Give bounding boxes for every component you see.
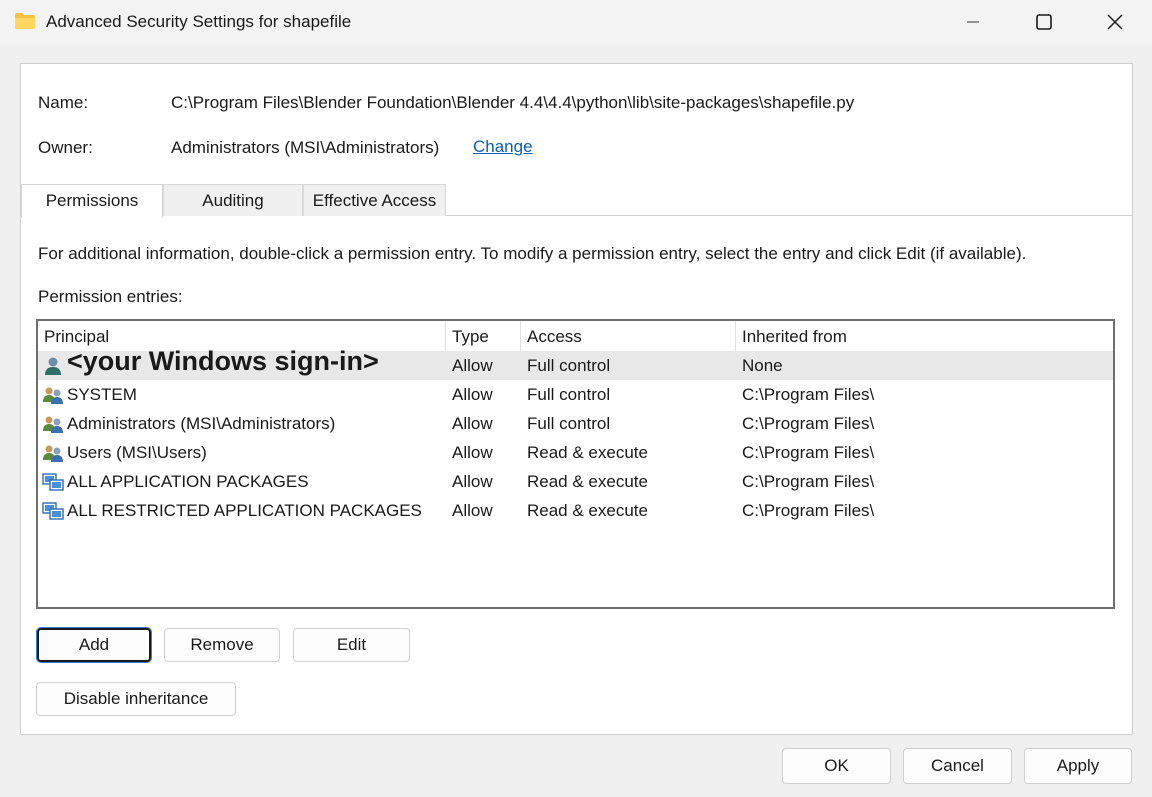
name-value: C:\Program Files\Blender Foundation\Blen… [171,93,855,112]
entry-type: Allow [452,414,493,433]
principal-name: Administrators (MSI\Administrators) [67,414,336,433]
window-title: Advanced Security Settings for shapefile [46,12,352,31]
cancel-button[interactable]: Cancel [903,748,1012,784]
table-row[interactable]: Users (MSI\Users) Allow Read & execute C… [38,438,1113,467]
table-row[interactable]: SYSTEM Allow Full control C:\Program Fil… [38,380,1113,409]
entry-inherited-from: C:\Program Files\ [742,414,875,433]
minimize-icon [967,21,979,23]
app-packages-icon [42,472,64,491]
folder-icon [15,13,35,29]
table-row[interactable]: ALL APPLICATION PACKAGES Allow Read & ex… [38,467,1113,496]
entry-type: Allow [452,501,493,520]
entry-access: Read & execute [527,472,648,491]
change-owner-link[interactable]: Change [473,137,533,157]
name-label: Name: [38,93,89,112]
close-button[interactable] [1080,0,1150,44]
entry-access: Read & execute [527,443,648,462]
column-header-access[interactable]: Access [521,321,736,351]
tab-bar: Permissions Auditing Effective Access [21,184,1132,217]
user-icon [45,357,61,375]
entry-type: Allow [452,443,493,462]
entry-inherited-from: C:\Program Files\ [742,501,875,520]
table-row[interactable]: ALL RESTRICTED APPLICATION PACKAGES Allo… [38,496,1113,525]
group-icon [43,416,63,433]
entry-type: Allow [452,356,493,375]
group-icon [43,445,63,462]
tab-permissions[interactable]: Permissions [21,184,163,217]
entry-access: Full control [527,356,611,375]
tab-effective-access[interactable]: Effective Access [303,184,446,216]
permission-entries-label: Permission entries: [38,287,183,306]
entry-access: Read & execute [527,501,648,520]
disable-inheritance-button[interactable]: Disable inheritance [36,682,236,716]
main-panel: Name: C:\Program Files\Blender Foundatio… [20,63,1133,735]
owner-label: Owner: [38,138,93,157]
entry-inherited-from: C:\Program Files\ [742,385,875,404]
app-packages-icon [42,501,64,520]
edit-button[interactable]: Edit [293,628,410,662]
entry-inherited-from: None [742,356,783,375]
entry-type: Allow [452,385,493,404]
permission-entries-list[interactable]: Principal Type Access Inherited from <yo… [36,319,1115,609]
principal-name: ALL APPLICATION PACKAGES [67,472,309,491]
owner-value: Administrators (MSI\Administrators) [171,138,440,157]
title-bar: Advanced Security Settings for shapefile [0,0,1152,44]
principal-name: SYSTEM [67,385,137,404]
info-text: For additional information, double-click… [38,244,1027,263]
table-row[interactable]: <your Windows sign-in> Allow Full contro… [38,347,1113,380]
column-header-inherited-from[interactable]: Inherited from [736,321,1113,351]
entry-access: Full control [527,385,611,404]
minimize-button[interactable] [938,0,1008,44]
principal-name: Users (MSI\Users) [67,443,207,462]
principal-name: ALL RESTRICTED APPLICATION PACKAGES [67,501,422,520]
entry-inherited-from: C:\Program Files\ [742,443,875,462]
table-row[interactable]: Administrators (MSI\Administrators) Allo… [38,409,1113,438]
group-icon [43,387,63,404]
close-icon [1107,14,1123,30]
add-button[interactable]: Add [36,627,152,663]
ok-button[interactable]: OK [782,748,891,784]
column-header-type[interactable]: Type [446,321,521,351]
entry-access: Full control [527,414,611,433]
maximize-icon [1036,14,1052,30]
principal-name: <your Windows sign-in> [67,346,379,376]
entry-type: Allow [452,472,493,491]
remove-button[interactable]: Remove [164,628,280,662]
maximize-button[interactable] [1009,0,1079,44]
tab-auditing[interactable]: Auditing [163,184,303,216]
apply-button[interactable]: Apply [1024,748,1132,784]
entry-inherited-from: C:\Program Files\ [742,472,875,491]
